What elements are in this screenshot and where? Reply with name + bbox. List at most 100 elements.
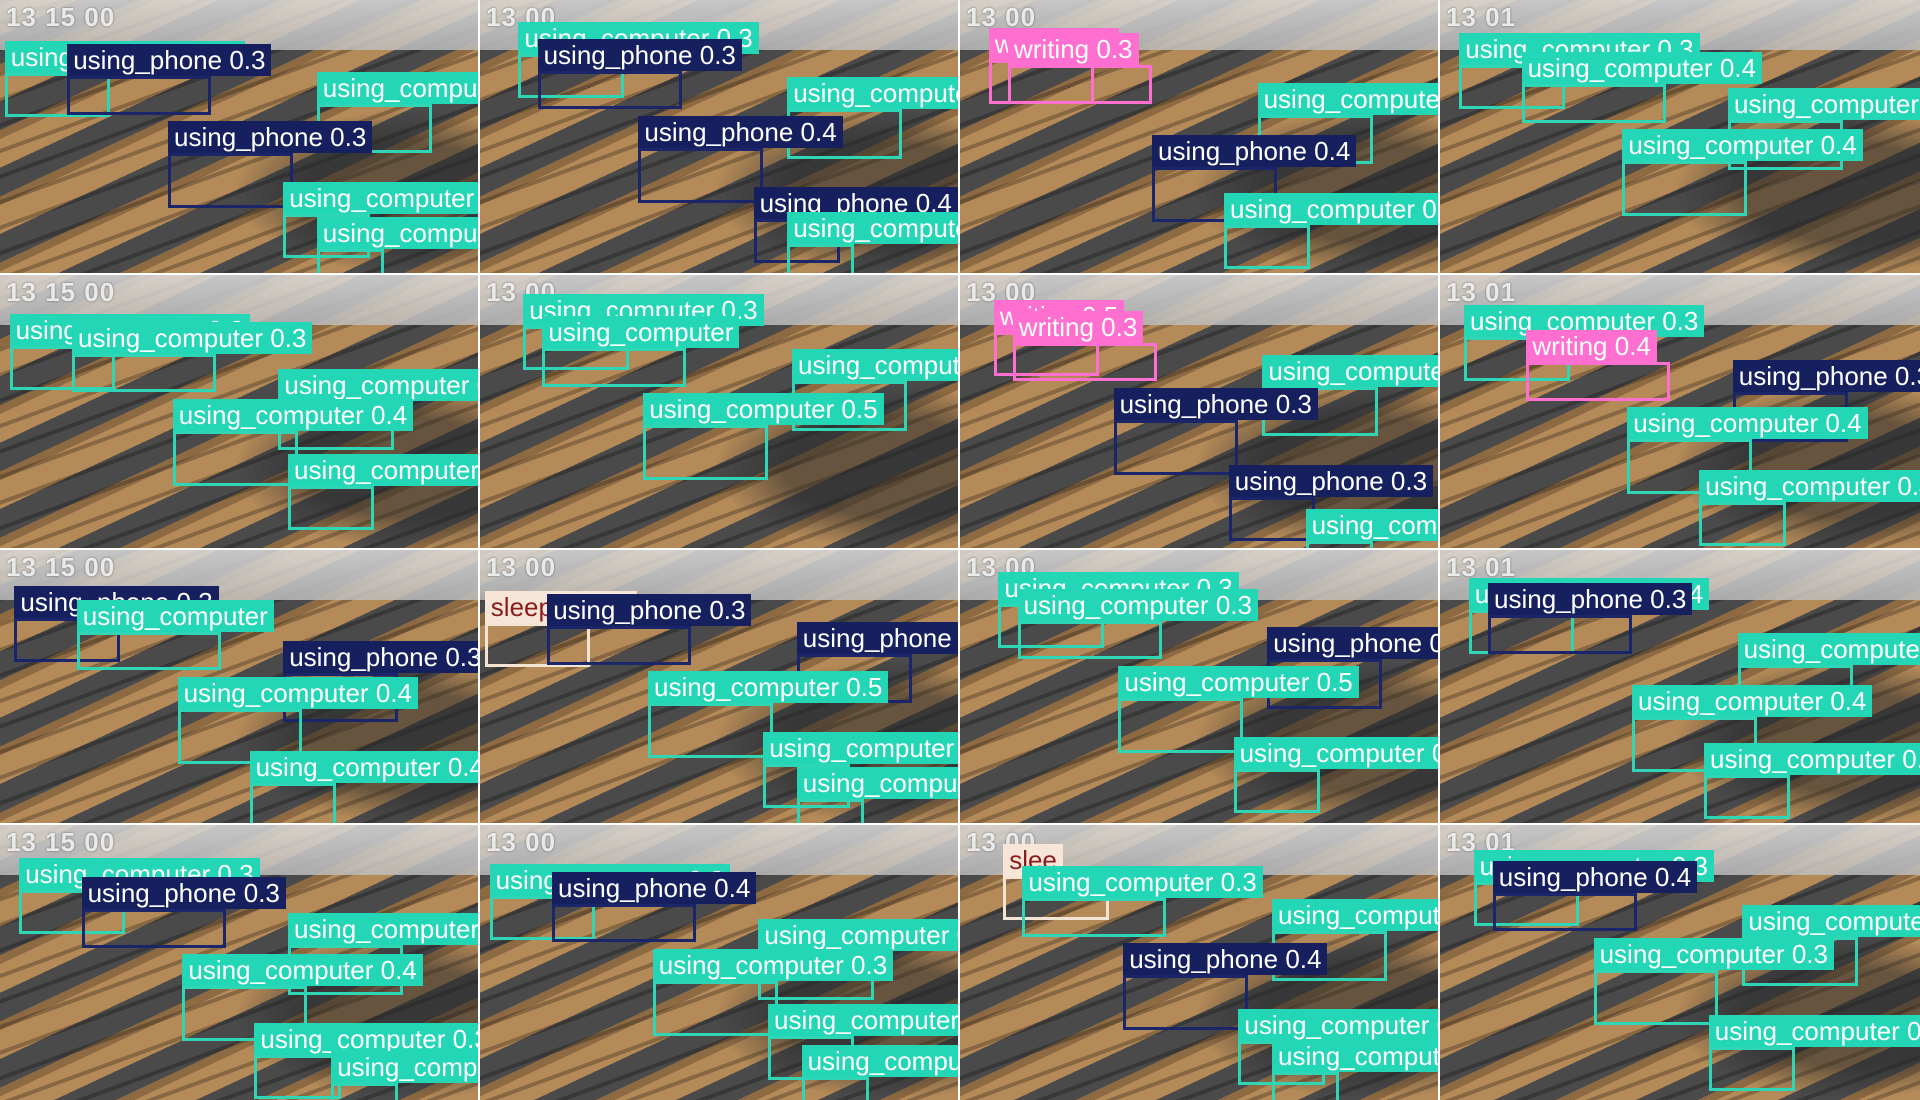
video-frame-tile: 13 00 using_computer 0.3 using_computer usi… xyxy=(478,273,962,552)
detection-using-computer: using_computer 0.5 xyxy=(801,1045,960,1100)
bounding-box xyxy=(542,348,687,387)
frame-timestamp: 13 01 xyxy=(1446,2,1517,32)
detection-using-computer: using_computer 0.5 xyxy=(1118,665,1359,753)
detection-label: using_computer 0.3 xyxy=(1708,1014,1920,1047)
bounding-box xyxy=(1017,620,1162,659)
detection-label: using_computer 0.5 xyxy=(643,393,884,426)
detection-label: using_computer 0.3 xyxy=(768,1003,960,1036)
bounding-box xyxy=(1521,84,1666,123)
detection-label: using_computer 0.4 xyxy=(1632,684,1873,717)
detection-label: using_phone 0.3 xyxy=(168,121,373,153)
bounding-box xyxy=(331,1082,399,1100)
detection-label: using_phone 0.3 xyxy=(547,594,752,626)
bounding-box xyxy=(249,782,336,825)
detection-using-computer: using_computer 0.4 xyxy=(249,750,480,825)
bounding-box xyxy=(1699,502,1786,547)
detection-label: using_computer 0.4 xyxy=(182,954,423,987)
detection-using-phone: using_phone 0.3 xyxy=(168,121,373,208)
detection-using-phone: using_phone 0.3 xyxy=(1228,464,1434,541)
video-frame-tile: 13 00sleeping 0.6using_phone 0.3using_ph… xyxy=(478,548,962,827)
frame-timestamp: 13 15 00 xyxy=(6,2,116,32)
detection-label: using_computer 0.5 xyxy=(801,1045,960,1077)
detection-using-phone: using_phone 0.4 xyxy=(1492,860,1698,932)
detection-label: using_computer 0.6 xyxy=(787,211,960,244)
detection-using-computer: using_computer 0.4 xyxy=(1233,737,1440,813)
bounding-box xyxy=(1492,892,1637,932)
detection-label: using_phone 0.4 xyxy=(552,871,757,904)
detection-label: using_computer 0.4 xyxy=(316,217,480,250)
detection-label: using_computer 0.3 xyxy=(1305,508,1440,541)
detection-label: using_computer 0.5 xyxy=(1728,88,1920,120)
detection-using-phone: using_phone 0.3 xyxy=(81,877,286,948)
detection-using-phone: using_phone 0.4 xyxy=(638,115,843,203)
detection-using-computer: using_computer 0.4 xyxy=(1224,192,1440,269)
detection-using-computer: using_computer 0.3 xyxy=(652,948,894,1036)
frame-timestamp: 13 15 00 xyxy=(6,552,116,582)
bounding-box xyxy=(1228,496,1316,541)
detection-label: using_computer 0.4 xyxy=(1224,192,1440,225)
detection-label: using_computer 0.4 xyxy=(1699,470,1920,503)
bounding-box xyxy=(638,147,764,203)
bounding-box xyxy=(1622,161,1748,217)
frame-timestamp: 13 15 00 xyxy=(6,277,116,307)
detection-writing: writing 0.4 xyxy=(1526,330,1671,401)
detection-label: using_phone 0.3 xyxy=(796,621,960,654)
detection-label: using_phone 0.3 xyxy=(81,877,286,910)
detection-using-computer: using_computer 0.5 xyxy=(796,767,960,825)
bounding-box xyxy=(172,430,298,486)
detection-label: using_phone 0.4 xyxy=(1123,943,1328,976)
bounding-box xyxy=(1708,1046,1796,1091)
bounding-box xyxy=(1526,362,1671,401)
detection-using-computer: using_computer 0.5 xyxy=(648,671,889,758)
video-frame-tile: 13 01 using_computer 0.3 writing 0.4 using_… xyxy=(1438,273,1920,552)
detection-label: writing 0.3 xyxy=(1012,310,1144,343)
detection-label: using_computer 0.3 xyxy=(278,368,480,401)
video-frame-tile: 13 15 00 using_computer 0.3 using_computer… xyxy=(0,273,482,552)
detection-using-computer: using_computer 0.3 xyxy=(72,321,313,393)
detection-using-computer: using_computer 0.3 xyxy=(1593,937,1834,1025)
bounding-box xyxy=(1012,342,1157,382)
detection-using-computer: using_computer 0.4 xyxy=(1622,129,1863,217)
detection-label: using_computer 0.3 xyxy=(1593,937,1834,970)
video-frame-tile: 13 00using_computer 0.3using_phone 0.3us… xyxy=(478,0,962,277)
bounding-box xyxy=(652,980,778,1036)
detection-using-computer: using_computer xyxy=(542,316,740,387)
video-frame-tile: 13 15 00 using_computer 0.3 using_phone 0.… xyxy=(0,823,482,1100)
bounding-box xyxy=(81,909,226,948)
bounding-box xyxy=(537,70,682,109)
detection-using-computer: using_computer 0.4 xyxy=(1704,742,1920,819)
frame-timestamp: 13 15 00 xyxy=(6,827,116,857)
detection-label: writing 0.4 xyxy=(1526,330,1657,362)
detection-label: using_computer 0.4 xyxy=(1742,904,1920,937)
detection-label: using_computer 0.4 xyxy=(288,913,480,945)
detection-label: using_computer 0.4 xyxy=(758,918,960,951)
detection-label: using_computer 0.4 xyxy=(177,676,418,709)
detection-label: using_computer 0.4 xyxy=(283,181,480,214)
detection-label: using_computer 0.4 xyxy=(1521,52,1762,85)
detection-label: using_computer 0.4 xyxy=(1272,1039,1440,1072)
bounding-box xyxy=(1224,224,1311,269)
detection-label: using_computer 0.5 xyxy=(648,671,889,703)
detection-using-computer: using_computer 0.4 xyxy=(1272,1039,1440,1100)
bounding-box xyxy=(796,799,864,825)
detection-label: using_computer 0.4 xyxy=(249,750,480,783)
video-frame-tile: 13 00using_computer 0.3using_computer 0.… xyxy=(958,548,1442,827)
frame-timestamp: 13 00 xyxy=(486,827,557,857)
detection-label: using_phone 0.3 xyxy=(1488,583,1693,615)
detection-using-computer: using_computer 0.4 xyxy=(316,217,480,275)
video-frame-tile: 13 01 using_computer 0.3 using_computer 0.… xyxy=(1438,0,1920,277)
detection-label: using_computer 0.4 xyxy=(1704,742,1920,775)
video-frame-tile: 13 00writing 0.5writing 0.3using_compute… xyxy=(958,0,1442,277)
detection-label: using_phone 0.3 xyxy=(1113,387,1318,420)
detection-label: using_computer 0.4 xyxy=(1257,82,1440,115)
bounding-box xyxy=(1704,774,1791,819)
bounding-box xyxy=(1233,769,1320,813)
frame-timestamp: 13 00 xyxy=(486,552,557,582)
bounding-box xyxy=(67,76,212,115)
bounding-box xyxy=(1488,615,1632,654)
detection-using-phone: using_phone 0.3 xyxy=(1488,583,1693,654)
detection-label: using_computer xyxy=(76,599,274,632)
detection-mosaic: 13 15 00using_computer 0.3using_phone 0.… xyxy=(0,0,1920,1100)
video-frame-tile: 13 00writing 0.5writing 0.3using_compute… xyxy=(958,273,1442,552)
video-frame-tile: 13 00sleeusing_computer 0.3using_compute… xyxy=(958,823,1442,1100)
